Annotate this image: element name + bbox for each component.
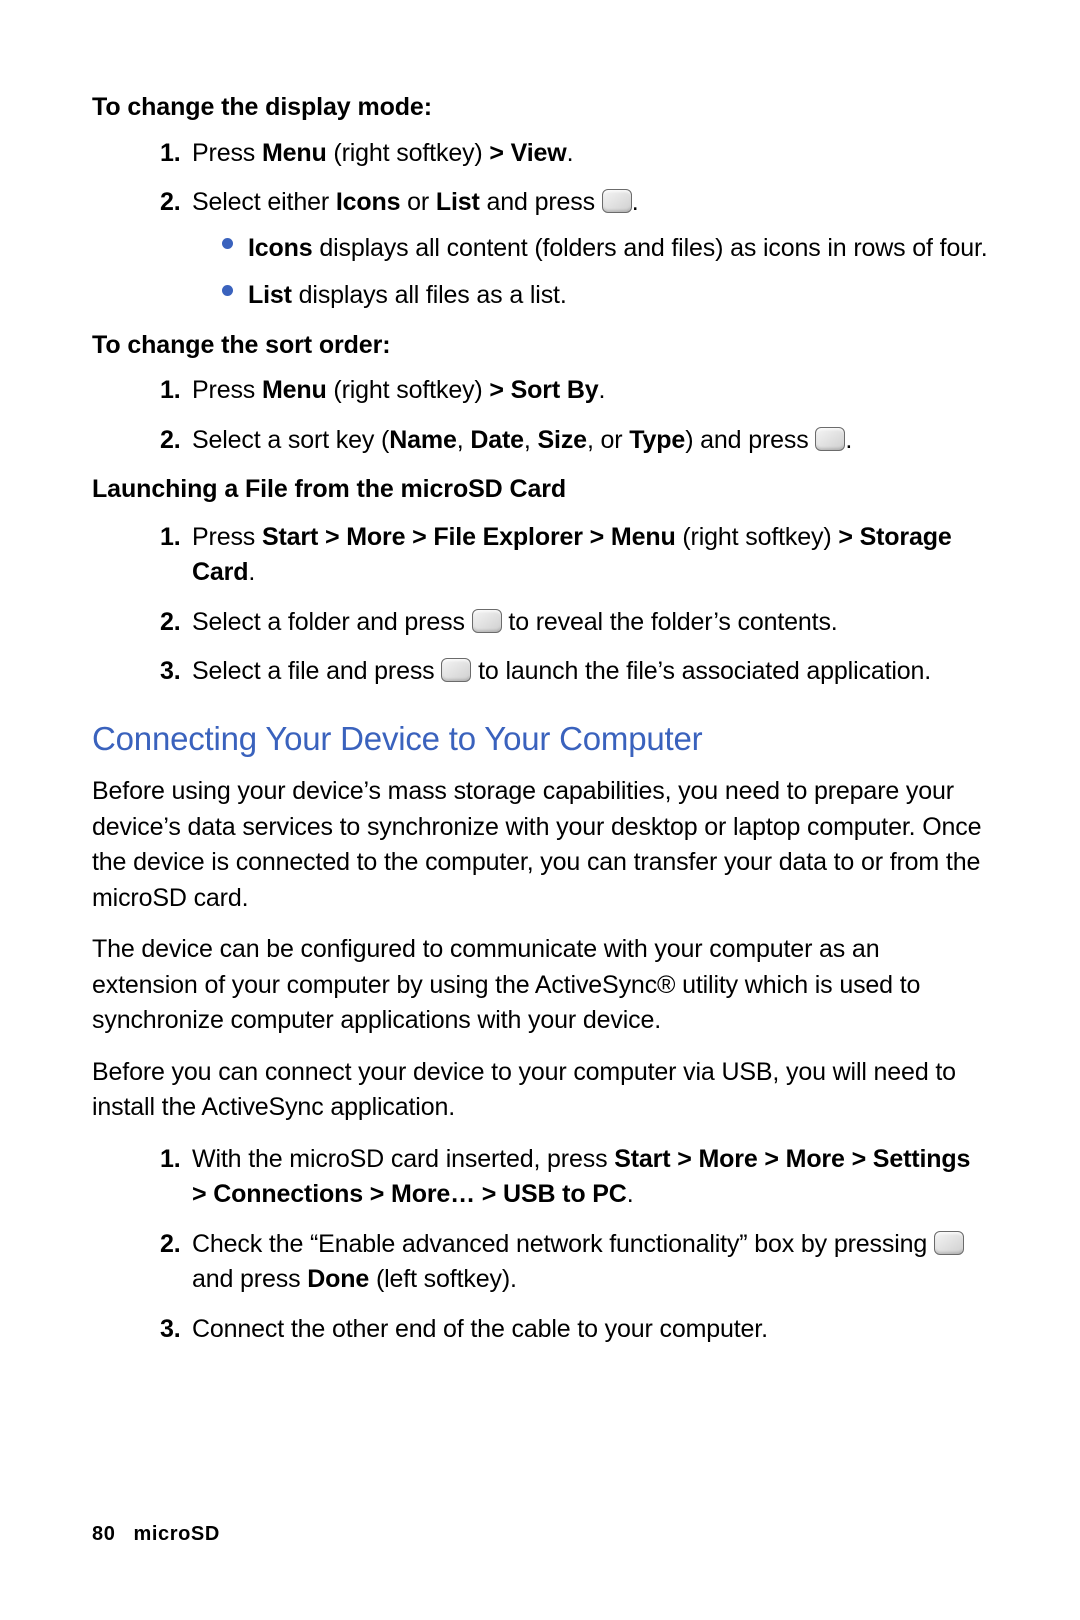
bullet-icon — [222, 285, 233, 296]
bullet-icon — [222, 238, 233, 249]
list-marker: 2. — [160, 185, 181, 221]
ok-key-icon — [441, 658, 471, 682]
list-launching: 1. Press Start > More > File Explorer > … — [92, 520, 988, 690]
text: Select a folder and press — [192, 608, 472, 636]
text: (right softkey) — [327, 139, 490, 167]
text: displays all files as a list. — [292, 281, 567, 309]
ok-key-icon — [815, 427, 845, 451]
list-marker: 3. — [160, 654, 181, 690]
text-bold: > View — [489, 139, 566, 167]
text: (right softkey) — [327, 376, 490, 404]
list-item: 1. Press Menu (right softkey) > Sort By. — [160, 373, 988, 409]
text-bold: List — [436, 188, 480, 216]
text: . — [632, 188, 639, 216]
ok-key-icon — [934, 1231, 964, 1255]
text: or — [400, 188, 436, 216]
text: Press — [192, 523, 262, 551]
text: displays all content (folders and files)… — [313, 234, 988, 262]
text: to reveal the folder’s contents. — [502, 608, 838, 636]
paragraph: Before using your device’s mass storage … — [92, 774, 988, 916]
heading-connecting: Connecting Your Device to Your Computer — [92, 716, 988, 763]
heading-launching-file: Launching a File from the microSD Card — [92, 472, 988, 508]
list-marker: 1. — [160, 373, 181, 409]
heading-sort-order: To change the sort order: — [92, 328, 988, 364]
text: Press — [192, 139, 262, 167]
text-bold: Icons — [248, 234, 313, 262]
text-bold: > Sort By — [489, 376, 598, 404]
list-connecting: 1. With the microSD card inserted, press… — [92, 1142, 988, 1348]
text: Press — [192, 376, 262, 404]
text: and press — [480, 188, 602, 216]
text: , or — [587, 426, 629, 454]
list-display-mode: 1. Press Menu (right softkey) > View. 2.… — [92, 136, 988, 314]
text: . — [567, 139, 574, 167]
list-item: Icons displays all content (folders and … — [222, 231, 988, 267]
list-item: List displays all files as a list. — [222, 278, 988, 314]
list-item: 1. Press Menu (right softkey) > View. — [160, 136, 988, 172]
text: Check the “Enable advanced network funct… — [192, 1230, 934, 1258]
list-marker: 1. — [160, 1142, 181, 1178]
list-item: 3. Select a file and press to launch the… — [160, 654, 988, 690]
list-item: 2. Select either Icons or List and press… — [160, 185, 988, 314]
list-sort-order: 1. Press Menu (right softkey) > Sort By.… — [92, 373, 988, 458]
list-item: 1. Press Start > More > File Explorer > … — [160, 520, 988, 591]
list-item: 2. Check the “Enable advanced network fu… — [160, 1227, 988, 1298]
text: Select either — [192, 188, 336, 216]
list-marker: 2. — [160, 423, 181, 459]
text-bold: Date — [470, 426, 524, 454]
list-marker: 2. — [160, 1227, 181, 1263]
text: (left softkey). — [369, 1265, 517, 1293]
text: , — [524, 426, 538, 454]
text: . — [599, 376, 606, 404]
sub-bullet-list: Icons displays all content (folders and … — [192, 231, 988, 314]
text: Connect the other end of the cable to yo… — [192, 1315, 768, 1343]
text-bold: Type — [629, 426, 685, 454]
text-bold: Menu — [262, 376, 327, 404]
text: (right softkey) — [676, 523, 839, 551]
text-bold: Start > More > File Explorer > Menu — [262, 523, 676, 551]
text: to launch the file’s associated applicat… — [471, 657, 931, 685]
text-bold: Icons — [336, 188, 401, 216]
text-bold: Size — [538, 426, 587, 454]
list-item: 2. Select a sort key (Name, Date, Size, … — [160, 423, 988, 459]
text: Select a file and press — [192, 657, 441, 685]
text: . — [248, 558, 255, 586]
ok-key-icon — [602, 189, 632, 213]
text: ) and press — [685, 426, 815, 454]
text: . — [627, 1180, 634, 1208]
text: Select a sort key ( — [192, 426, 389, 454]
list-item: 3. Connect the other end of the cable to… — [160, 1312, 988, 1348]
text-bold: Menu — [262, 139, 327, 167]
heading-display-mode: To change the display mode: — [92, 90, 988, 126]
text-bold: List — [248, 281, 292, 309]
ok-key-icon — [472, 609, 502, 633]
text-bold: Name — [389, 426, 457, 454]
paragraph: The device can be configured to communic… — [92, 932, 988, 1039]
text: . — [845, 426, 852, 454]
list-marker: 1. — [160, 136, 181, 172]
section-name: microSD — [133, 1523, 219, 1545]
page-number: 80 — [92, 1523, 115, 1545]
list-marker: 3. — [160, 1312, 181, 1348]
list-marker: 2. — [160, 605, 181, 641]
paragraph: Before you can connect your device to yo… — [92, 1055, 988, 1126]
list-item: 2. Select a folder and press to reveal t… — [160, 605, 988, 641]
text-bold: Done — [307, 1265, 369, 1293]
page-footer: 80 microSD — [92, 1520, 220, 1548]
list-item: 1. With the microSD card inserted, press… — [160, 1142, 988, 1213]
list-marker: 1. — [160, 520, 181, 556]
text: , — [457, 426, 471, 454]
text: and press — [192, 1265, 307, 1293]
text: With the microSD card inserted, press — [192, 1145, 614, 1173]
